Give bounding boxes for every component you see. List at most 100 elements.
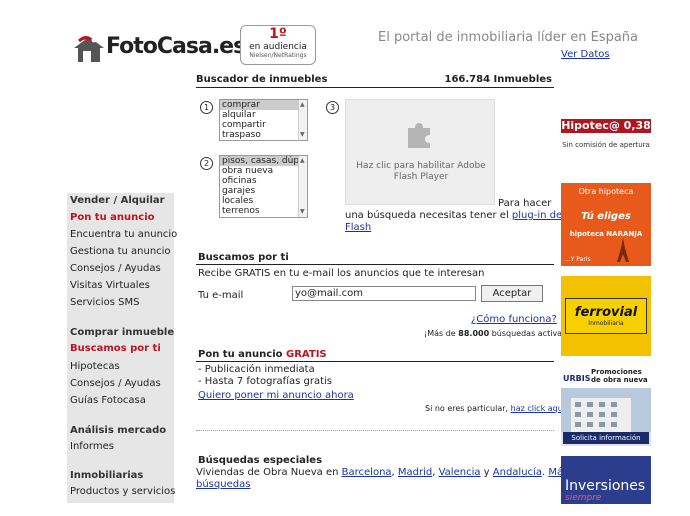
flash-note-text-2: una búsqueda necesitas tener el <box>345 210 509 221</box>
buscamos-title: Buscamos por ti <box>198 252 289 263</box>
particular-note: Si no eres particular, haz click aquí <box>425 404 565 413</box>
publish-ad-link[interactable]: Quiero poner mi anuncio ahora <box>198 390 354 401</box>
sidebar-item-encuentra[interactable]: Encuentra tu anuncio <box>70 229 177 240</box>
flash-message: Haz clic para habilitar Adobe Flash Play… <box>356 161 486 182</box>
operation-scrollbar[interactable]: ▲ ▼ <box>298 100 307 140</box>
scroll-up-icon[interactable]: ▲ <box>300 156 305 166</box>
anuncio-title-free: GRATIS <box>286 349 327 360</box>
ferrovial-sub: Inmobiliaria <box>588 320 624 327</box>
buscamos-description: Recibe GRATIS en tu e-mail los anuncios … <box>198 268 485 279</box>
particular-link[interactable]: haz click aquí <box>511 404 565 413</box>
scroll-up-icon[interactable]: ▲ <box>300 100 305 110</box>
sidebar-item-visitas[interactable]: Visitas Virtuales <box>70 280 150 291</box>
sidebar-item-guias[interactable]: Guías Fotocasa <box>70 395 146 406</box>
type-option-terrenos[interactable]: terrenos <box>220 206 307 216</box>
sidebar-item-consejos-1[interactable]: Consejos / Ayudas <box>70 263 161 274</box>
urbis-promo1: Promociones <box>591 368 642 376</box>
anuncio-divider <box>196 361 554 362</box>
urbis-promo: Promociones de obra nueva <box>591 368 648 384</box>
sidebar-item-hipotecas[interactable]: Hipotecas <box>70 361 120 372</box>
flash-plugin-link-2[interactable]: Flash <box>345 222 371 233</box>
hipotec-subtitle: Sin comisión de apertura <box>562 141 650 149</box>
especiales-prefix: Viviendas de Obra Nueva en <box>196 467 339 478</box>
email-input[interactable]: yo@mail.com <box>292 286 476 301</box>
especiales-title: Búsquedas especiales <box>198 455 323 466</box>
how-it-works-link[interactable]: ¿Cómo funciona? <box>471 314 557 325</box>
sidebar-heading-vender: Vender / Alquilar <box>70 195 165 206</box>
scroll-down-icon[interactable]: ▼ <box>300 207 305 217</box>
scroll-down-icon[interactable]: ▼ <box>300 130 305 140</box>
property-count: 166.784 Inmuebles <box>444 74 552 85</box>
type-option-pisos[interactable]: pisos, casas, dúple <box>220 156 307 166</box>
flash-plugin-placeholder[interactable]: Haz clic para habilitar Adobe Flash Play… <box>345 99 495 205</box>
operation-option-comprar[interactable]: comprar <box>220 100 307 110</box>
city-link-andalucia[interactable]: Andalucía <box>493 467 542 478</box>
naranja-line2: Tú eliges <box>581 211 631 222</box>
rank-number: 1º <box>269 26 287 42</box>
flash-note-text-1: Para hacer <box>498 198 552 209</box>
ver-datos-link[interactable]: Ver Datos <box>561 49 610 60</box>
sidebar-item-consejos-2[interactable]: Consejos / Ayudas <box>70 378 161 389</box>
house-logo-icon <box>74 36 104 62</box>
search-header: Buscador de inmuebles 166.784 Inmuebles <box>196 74 554 88</box>
sidebar-item-gestiona[interactable]: Gestiona tu anuncio <box>70 246 171 257</box>
hipotec-banner[interactable]: Hipotec@ 0,38 <box>561 119 651 133</box>
inversiones-sub: siempre <box>565 493 602 503</box>
sidebar-item-productos[interactable]: Productos y servicios <box>70 486 175 497</box>
sidebar-item-informes[interactable]: Informes <box>70 441 114 452</box>
city-link-valencia[interactable]: Valencia <box>439 467 481 478</box>
buscamos-divider <box>196 264 554 265</box>
naranja-line1: Otra hipoteca <box>578 187 634 196</box>
ferrovial-logo: ferrovial Inmobiliaria <box>565 298 647 334</box>
hipoteca-naranja-banner[interactable]: Otra hipoteca Tú eliges hipoteca NARANJA… <box>561 183 651 266</box>
sidebar-item-pon-tu-anuncio[interactable]: Pon tu anuncio <box>70 212 155 223</box>
step-3-badge: 3 <box>326 101 339 114</box>
type-option-locales[interactable]: locales <box>220 196 307 206</box>
urbis-banner[interactable]: URBIS Promociones de obra nueva Solicita… <box>561 366 651 446</box>
step-1-badge: 1 <box>200 101 213 114</box>
more-searches-link-2[interactable]: búsquedas <box>196 479 250 490</box>
anuncio-title-prefix: Pon tu anuncio <box>198 349 283 360</box>
left-sidebar: Vender / Alquilar Pon tu anuncio Encuent… <box>67 193 177 503</box>
city-link-barcelona[interactable]: Barcelona <box>342 467 392 478</box>
sidebar-heading-comprar: Comprar inmueble <box>70 327 175 338</box>
flash-plugin-link[interactable]: plug-in de <box>512 210 562 221</box>
especiales-line: Viviendas de Obra Nueva en Barcelona, Ma… <box>196 467 569 478</box>
especiales-and: y <box>483 467 490 478</box>
sidebar-item-sms[interactable]: Servicios SMS <box>70 297 139 308</box>
property-type-listbox[interactable]: pisos, casas, dúple obra nueva oficinas … <box>219 155 308 218</box>
city-link-madrid[interactable]: Madrid <box>398 467 432 478</box>
operation-option-alquilar[interactable]: alquilar <box>220 110 307 120</box>
dotted-divider <box>196 430 554 431</box>
rank-line2: Nielsen/NetRatings <box>249 52 307 59</box>
operation-option-compartir[interactable]: compartir <box>220 120 307 130</box>
ferrovial-banner[interactable]: ferrovial Inmobiliaria <box>561 276 651 356</box>
inversiones-banner[interactable]: Inversiones siempre <box>561 456 651 504</box>
type-option-oficinas[interactable]: oficinas <box>220 176 307 186</box>
type-option-obra-nueva[interactable]: obra nueva <box>220 166 307 176</box>
anuncio-bullet-2: - Hasta 7 fotografías gratis <box>198 376 332 387</box>
naranja-line4: ...Y París <box>565 256 591 263</box>
stat-suffix: búsquedas activas! <box>491 329 570 338</box>
operation-option-traspaso[interactable]: traspaso <box>220 130 307 140</box>
rank-line1: en audiencia <box>249 42 307 52</box>
audience-rank-badge[interactable]: 1º en audiencia Nielsen/NetRatings <box>240 25 316 65</box>
active-searches-stat: ¡Más de 88.000 búsquedas activas! <box>424 329 569 338</box>
stat-number: 88.000 <box>458 329 490 338</box>
tagline: El portal de inmobiliaria líder en Españ… <box>378 30 639 45</box>
naranja-line3: hipoteca NARANJA <box>569 230 643 238</box>
accept-button[interactable]: Aceptar <box>481 285 543 302</box>
urbis-brand: URBIS <box>563 374 591 383</box>
step-2-badge: 2 <box>200 157 213 170</box>
operation-listbox[interactable]: comprar alquilar compartir traspaso ▲ ▼ <box>219 99 308 141</box>
urbis-promo2: de obra nueva <box>591 376 648 384</box>
type-scrollbar[interactable]: ▲ ▼ <box>298 156 307 217</box>
anuncio-bullet-1: - Publicación inmediata <box>198 364 315 375</box>
type-option-garajes[interactable]: garajes <box>220 186 307 196</box>
particular-text: Si no eres particular, <box>425 404 509 413</box>
anuncio-title: Pon tu anuncio GRATIS <box>198 349 327 360</box>
urbis-cta[interactable]: Solicita información <box>563 432 649 444</box>
stat-prefix: ¡Más de <box>424 329 456 338</box>
search-title: Buscador de inmuebles <box>196 74 328 85</box>
sidebar-item-buscamos[interactable]: Buscamos por ti <box>70 343 161 354</box>
